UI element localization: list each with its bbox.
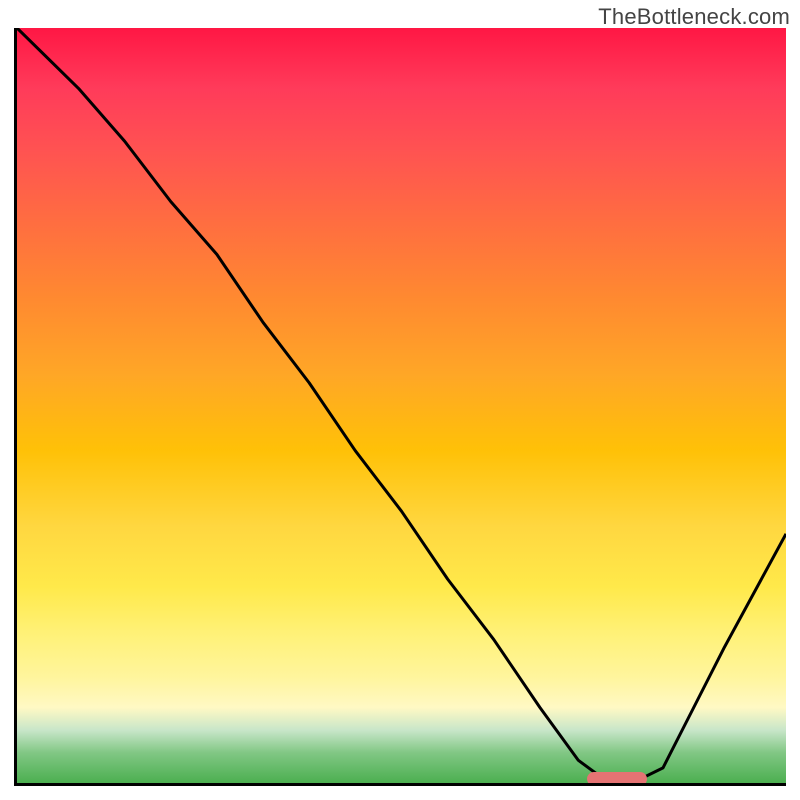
watermark-text: TheBottleneck.com — [598, 4, 790, 30]
optimal-marker — [587, 772, 647, 786]
bottleneck-curve-path — [17, 28, 786, 783]
bottleneck-curve — [17, 28, 786, 783]
plot-frame — [14, 28, 786, 786]
chart-container: TheBottleneck.com — [0, 0, 800, 800]
